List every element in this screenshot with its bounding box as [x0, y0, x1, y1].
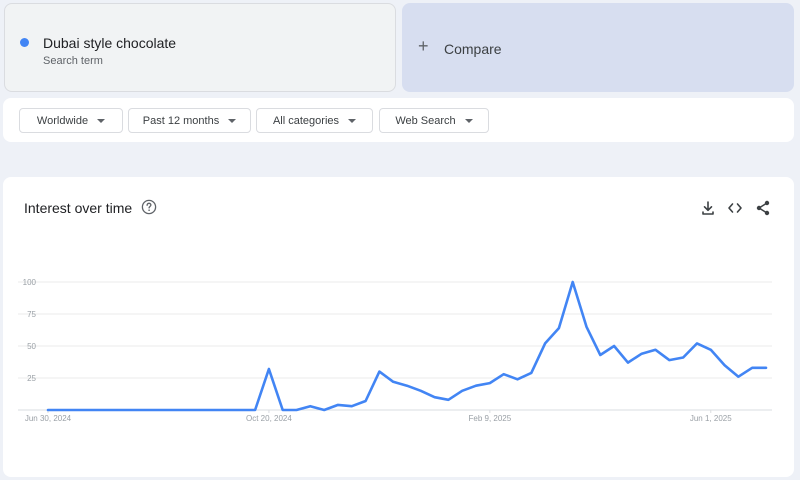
data-point[interactable] — [696, 342, 698, 345]
data-point[interactable] — [281, 409, 284, 411]
caret-down-icon — [228, 118, 237, 123]
x-tick-label: Jun 30, 2024 — [25, 414, 72, 423]
data-point[interactable] — [240, 409, 243, 411]
y-tick-label: 25 — [27, 374, 36, 383]
data-point[interactable] — [599, 354, 602, 356]
data-point[interactable] — [350, 405, 353, 408]
caret-down-icon — [97, 118, 106, 123]
data-point[interactable] — [129, 409, 132, 411]
compare-button[interactable]: + Compare — [402, 3, 794, 92]
data-point[interactable] — [433, 396, 436, 399]
data-point[interactable] — [682, 356, 685, 359]
data-point[interactable] — [571, 281, 574, 283]
data-point[interactable] — [364, 400, 367, 402]
data-point[interactable] — [447, 398, 450, 401]
data-point[interactable] — [654, 348, 657, 351]
data-point[interactable] — [212, 409, 215, 411]
category-filter-label: All categories — [272, 114, 340, 127]
filter-bar: Worldwide Past 12 months All categories … — [3, 98, 794, 142]
data-point[interactable] — [613, 345, 616, 347]
interest-over-time-panel: Interest over time 25 50 75 100 Jun 30, 2024… — [3, 177, 794, 477]
search-term-card[interactable]: Dubai style chocolate Search term — [4, 3, 396, 92]
data-point[interactable] — [530, 371, 533, 374]
data-point[interactable] — [268, 368, 270, 370]
data-point[interactable] — [461, 389, 464, 392]
data-point[interactable] — [751, 366, 754, 369]
data-point[interactable] — [309, 405, 312, 408]
term-color-dot — [20, 38, 29, 47]
interest-chart: 25 50 75 100 Jun 30, 2024 Oct 20, 2024 Feb 9, … — [18, 278, 772, 423]
search-type-filter-label: Web Search — [395, 114, 456, 127]
x-tick-label: Feb 9, 2025 — [468, 414, 511, 423]
data-point[interactable] — [157, 409, 160, 411]
data-point[interactable] — [102, 409, 105, 411]
data-point[interactable] — [723, 364, 726, 367]
region-filter-dropdown[interactable]: Worldwide — [19, 108, 123, 133]
data-point[interactable] — [502, 373, 505, 376]
data-point[interactable] — [185, 409, 187, 411]
data-point[interactable] — [198, 409, 201, 411]
search-type-filter-dropdown[interactable]: Web Search — [379, 108, 489, 133]
data-point[interactable] — [60, 409, 63, 411]
data-point[interactable] — [627, 361, 629, 364]
compare-label: Compare — [444, 41, 502, 57]
plus-icon: + — [418, 36, 429, 56]
data-point[interactable] — [254, 409, 257, 411]
data-point[interactable] — [226, 409, 229, 411]
period-filter-dropdown[interactable]: Past 12 months — [128, 108, 251, 133]
category-filter-dropdown[interactable]: All categories — [256, 108, 373, 133]
data-point[interactable] — [323, 409, 326, 411]
data-point[interactable] — [406, 384, 408, 387]
data-point[interactable] — [47, 409, 49, 411]
data-point[interactable] — [709, 348, 712, 351]
y-tick-label: 100 — [23, 278, 37, 287]
data-point[interactable] — [171, 409, 174, 411]
data-point[interactable] — [337, 403, 339, 406]
data-point[interactable] — [640, 352, 643, 355]
data-point[interactable] — [544, 342, 546, 345]
data-point[interactable] — [116, 409, 118, 411]
data-point[interactable] — [419, 389, 422, 392]
data-point[interactable] — [585, 325, 588, 328]
caret-down-icon — [464, 118, 473, 123]
x-tick-label: Jun 1, 2025 — [690, 414, 732, 423]
period-filter-label: Past 12 months — [142, 114, 220, 127]
data-point[interactable] — [143, 409, 146, 411]
caret-down-icon — [348, 118, 357, 123]
search-term-subtitle: Search term — [43, 55, 103, 67]
y-tick-label: 50 — [27, 342, 36, 351]
data-point[interactable] — [737, 375, 740, 378]
x-tick-label: Oct 20, 2024 — [246, 414, 292, 423]
data-point[interactable] — [88, 409, 91, 411]
region-filter-label: Worldwide — [36, 114, 89, 127]
data-point[interactable] — [557, 327, 560, 329]
data-point[interactable] — [765, 366, 767, 369]
data-point[interactable] — [516, 378, 519, 381]
search-term-name[interactable]: Dubai style chocolate — [43, 35, 176, 51]
data-point[interactable] — [488, 382, 491, 385]
data-point[interactable] — [74, 409, 77, 411]
data-point[interactable] — [392, 380, 395, 383]
y-tick-label: 75 — [27, 310, 36, 319]
data-point[interactable] — [295, 409, 298, 411]
data-point[interactable] — [378, 370, 381, 373]
data-point[interactable] — [475, 384, 477, 387]
data-point[interactable] — [668, 359, 671, 361]
